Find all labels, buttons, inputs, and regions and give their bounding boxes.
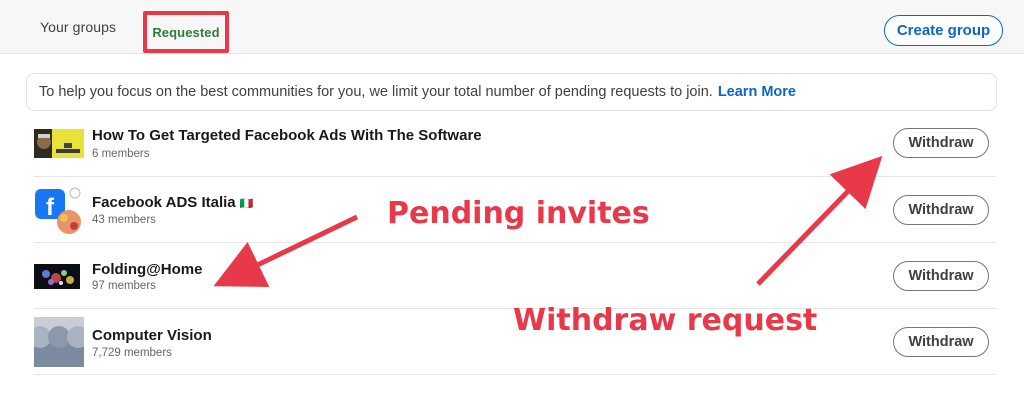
withdraw-button[interactable]: Withdraw xyxy=(893,261,989,291)
withdraw-request-annotation: Withdraw request xyxy=(513,303,818,338)
pending-invites-annotation: Pending invites xyxy=(387,196,650,231)
tab-requested[interactable]: Requested xyxy=(143,11,229,53)
group-name[interactable]: Folding@Home xyxy=(92,261,202,278)
learn-more-link[interactable]: Learn More xyxy=(718,84,796,100)
pending-limit-notice: To help you focus on the best communitie… xyxy=(26,73,997,111)
tab-your-groups[interactable]: Your groups xyxy=(40,0,116,54)
group-name[interactable]: How To Get Targeted Facebook Ads With Th… xyxy=(92,127,482,144)
svg-text:f: f xyxy=(46,194,55,221)
group-member-count: 6 members xyxy=(92,148,150,160)
create-group-button[interactable]: Create group xyxy=(884,15,1003,46)
groups-tab-bar: Your groups Requested Create group xyxy=(0,0,1024,54)
group-thumbnail[interactable] xyxy=(34,129,84,158)
requested-groups-page: Your groups Requested Create group To he… xyxy=(0,0,1024,409)
notice-text: To help you focus on the best communitie… xyxy=(39,84,713,100)
group-member-count: 7,729 members xyxy=(92,347,172,359)
withdraw-button[interactable]: Withdraw xyxy=(893,327,989,357)
group-member-count: 97 members xyxy=(92,280,156,292)
group-name-text: Facebook ADS Italia xyxy=(92,194,236,211)
withdraw-button[interactable]: Withdraw xyxy=(893,195,989,225)
group-member-count: 43 members xyxy=(92,214,156,226)
italy-flag-icon: 🇮🇹 xyxy=(239,198,254,210)
group-name[interactable]: Computer Vision xyxy=(92,327,212,344)
group-thumbnail[interactable]: f xyxy=(34,185,84,235)
group-name[interactable]: Facebook ADS Italia 🇮🇹 xyxy=(92,194,254,211)
group-thumbnail[interactable] xyxy=(34,317,84,367)
group-thumbnail[interactable] xyxy=(34,264,80,289)
group-row: How To Get Targeted Facebook Ads With Th… xyxy=(34,111,996,177)
withdraw-button[interactable]: Withdraw xyxy=(893,128,989,158)
group-row: Folding@Home 97 members Withdraw xyxy=(34,243,996,309)
